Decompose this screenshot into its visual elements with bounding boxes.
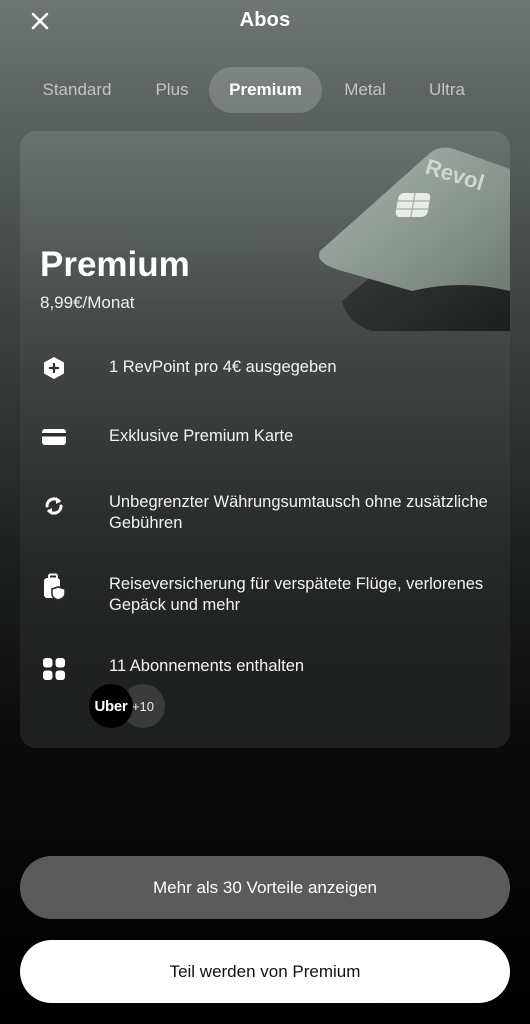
- feature-text: Unbegrenzter Währungsumtausch ohne zusät…: [109, 493, 488, 532]
- feature-text: 1 RevPoint pro 4€ ausgegeben: [109, 358, 337, 376]
- plan-tabs: Standard Plus Premium Metal Ultra: [0, 67, 530, 113]
- premium-card-image: Revol: [318, 147, 510, 331]
- plan-price: 8,99€/Monat: [40, 293, 135, 312]
- tab-standard[interactable]: Standard: [28, 67, 126, 113]
- feature-text: Reiseversicherung für verspätete Flüge, …: [109, 575, 484, 614]
- uber-logo-badge: Uber: [89, 684, 133, 728]
- feature-text: Exklusive Premium Karte: [109, 427, 294, 445]
- tab-ultra[interactable]: Ultra: [417, 67, 477, 113]
- tab-plus[interactable]: Plus: [144, 67, 200, 113]
- plan-card: Revol Premium 8,99€/Monat 1 RevPoint pro…: [20, 131, 510, 748]
- exchange-icon: [40, 492, 68, 520]
- revpoint-icon: [40, 354, 68, 382]
- join-premium-button[interactable]: Teil werden von Premium: [20, 940, 510, 1003]
- tab-premium[interactable]: Premium: [209, 67, 322, 113]
- card-icon: [40, 423, 68, 451]
- top-bar: Abos: [0, 0, 530, 44]
- luggage-shield-icon: [40, 573, 68, 601]
- apps-icon: [40, 655, 68, 683]
- page-title: Abos: [239, 9, 291, 31]
- tab-metal[interactable]: Metal: [333, 67, 397, 113]
- show-more-benefits-button[interactable]: Mehr als 30 Vorteile anzeigen: [20, 856, 510, 919]
- feature-text: 11 Abonnements enthalten: [109, 657, 305, 675]
- plan-name: Premium: [40, 245, 190, 284]
